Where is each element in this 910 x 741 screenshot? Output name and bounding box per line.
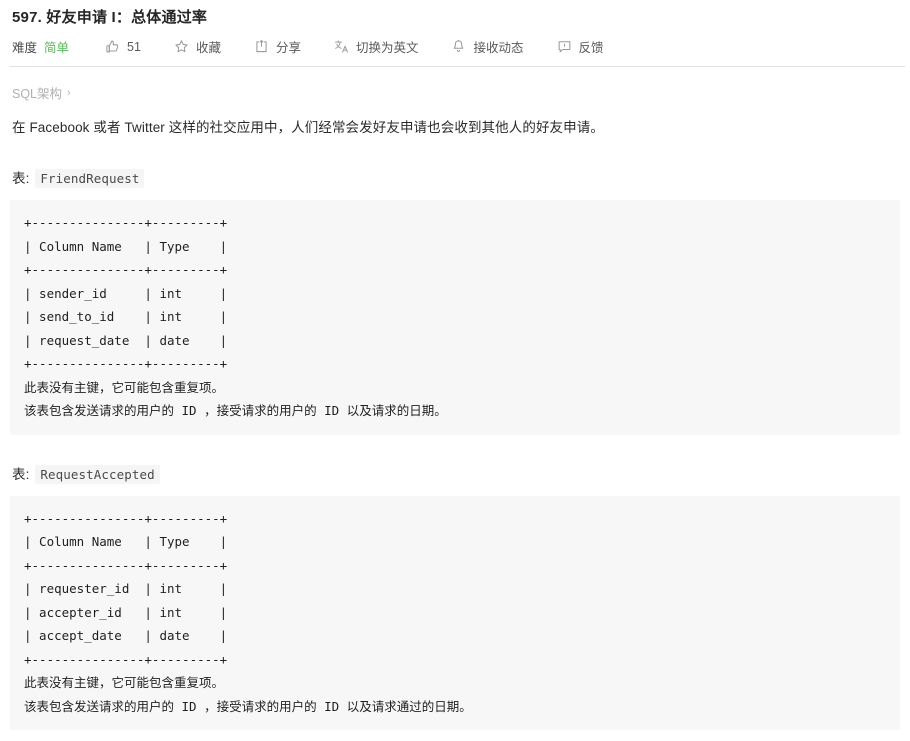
share-icon xyxy=(254,39,269,54)
problem-page: 597. 好友申请 I：总体通过率 难度 简单 51 收藏 分享 切换为英文 接… xyxy=(0,0,910,741)
table-caption-friendrequest: 表: FriendRequest xyxy=(10,139,900,188)
feedback-button[interactable]: 反馈 xyxy=(557,37,604,56)
translate-icon xyxy=(334,39,349,54)
share-label: 分享 xyxy=(275,41,301,55)
star-icon xyxy=(174,39,189,54)
difficulty-value: 简单 xyxy=(44,41,70,55)
subscribe-button[interactable]: 接收动态 xyxy=(451,37,524,56)
favorite-label: 收藏 xyxy=(195,41,221,55)
header-divider xyxy=(10,66,905,67)
sql-schema-label: SQL架构 xyxy=(12,87,63,101)
problem-description: 在 Facebook 或者 Twitter 这样的社交应用中，人们经常会发好友申… xyxy=(12,120,604,135)
table-name-friendrequest: FriendRequest xyxy=(35,169,145,188)
table-caption-requestaccepted: 表: RequestAccepted xyxy=(10,435,900,484)
feedback-label: 反馈 xyxy=(578,41,604,55)
comment-icon xyxy=(557,39,572,54)
difficulty-indicator: 难度 简单 xyxy=(12,37,69,56)
schema-block-friendrequest: +---------------+---------+ | Column Nam… xyxy=(10,200,900,435)
problem-meta-toolbar: 难度 简单 51 收藏 分享 切换为英文 接收动态 反馈 xyxy=(10,28,900,66)
table-name-requestaccepted: RequestAccepted xyxy=(35,464,160,484)
like-button[interactable]: 51 xyxy=(105,39,141,54)
sql-schema-toggle[interactable]: SQL架构 › xyxy=(10,67,71,102)
page-title: 597. 好友申请 I：总体通过率 xyxy=(12,9,208,26)
difficulty-label: 难度 xyxy=(12,41,38,55)
table-caption-prefix: 表: xyxy=(12,466,34,482)
favorite-button[interactable]: 收藏 xyxy=(174,37,221,56)
share-button[interactable]: 分享 xyxy=(254,37,301,56)
schema-block-requestaccepted: +---------------+---------+ | Column Nam… xyxy=(10,495,900,730)
thumbs-up-icon xyxy=(105,39,120,54)
subscribe-label: 接收动态 xyxy=(473,41,524,55)
translate-label: 切换为英文 xyxy=(355,41,419,55)
bell-icon xyxy=(451,39,466,54)
translate-button[interactable]: 切换为英文 xyxy=(334,37,419,56)
like-count: 51 xyxy=(127,39,141,54)
chevron-right-icon: › xyxy=(67,86,71,99)
table-caption-prefix: 表: xyxy=(12,171,34,186)
